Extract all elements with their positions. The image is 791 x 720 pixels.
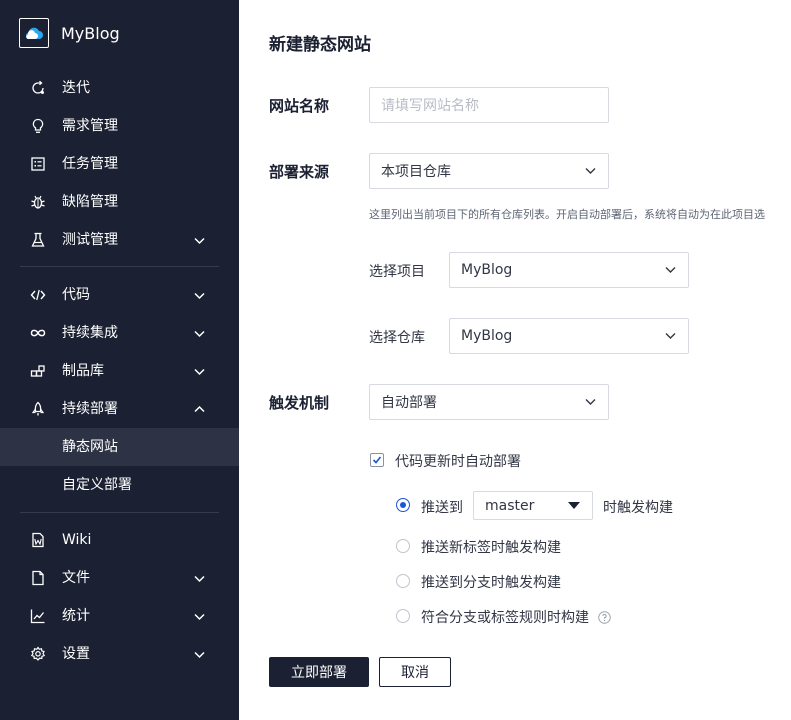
sidebar-divider (20, 266, 219, 267)
chevron-up-icon (194, 405, 205, 413)
caret-down-icon (568, 502, 580, 509)
help-icon[interactable] (598, 611, 611, 624)
checkmark-icon (372, 456, 382, 464)
chevron-down-icon (194, 651, 205, 659)
page-title: 新建静态网站 (269, 35, 371, 55)
chevron-down-icon (194, 368, 205, 376)
sidebar-item-label: 设置 (62, 646, 90, 662)
chevron-down-icon (194, 613, 205, 621)
sidebar-item-requirements[interactable]: 需求管理 (0, 107, 239, 145)
branch-select[interactable]: master (473, 491, 593, 520)
sidebar-item-iteration[interactable]: 迭代 (0, 69, 239, 107)
sidebar-item-defects[interactable]: 缺陷管理 (0, 183, 239, 221)
sidebar-item-cd[interactable]: 持续部署 (0, 390, 239, 428)
sidebar-item-wiki[interactable]: Wiki (0, 521, 239, 559)
sidebar-item-testing[interactable]: 测试管理 (0, 221, 239, 259)
sidebar-item-label: 持续部署 (62, 401, 118, 417)
trigger-select[interactable]: 自动部署 (369, 384, 609, 420)
sidebar-item-label: 静态网站 (62, 439, 118, 455)
sidebar-item-label: Wiki (62, 532, 92, 548)
source-label: 部署来源 (269, 163, 330, 181)
project-brand[interactable]: MyBlog (19, 18, 120, 48)
auto-deploy-checkbox[interactable] (370, 453, 384, 467)
sidebar: MyBlog 迭代 需求管理 任务管理 缺陷管理 测试管理 代码 持续集成 制品… (0, 0, 239, 720)
sidebar-item-artifacts[interactable]: 制品库 (0, 352, 239, 390)
radio-push-to-branch-label: 推送到分支时触发构建 (421, 575, 561, 591)
wiki-icon (32, 532, 44, 548)
file-icon (32, 570, 44, 586)
sidebar-item-label: 持续集成 (62, 325, 118, 341)
sidebar-item-label: 自定义部署 (62, 477, 132, 493)
deploy-now-button[interactable]: 立即部署 (269, 657, 369, 687)
bug-icon (31, 195, 45, 209)
project-label: 选择项目 (369, 264, 425, 280)
gear-icon (30, 646, 46, 661)
chart-icon (30, 609, 45, 624)
infinity-icon (30, 329, 46, 337)
sidebar-subitem-static-site[interactable]: 静态网站 (0, 428, 239, 466)
chevron-down-icon (194, 330, 205, 338)
task-list-icon (31, 157, 45, 171)
chevron-down-icon (585, 399, 596, 405)
project-select-value: MyBlog (461, 262, 513, 278)
sidebar-item-label: 迭代 (62, 80, 90, 96)
rocket-icon (31, 401, 45, 416)
sidebar-item-files[interactable]: 文件 (0, 559, 239, 597)
chevron-down-icon (665, 333, 676, 339)
radio-push-suffix-label: 时触发构建 (603, 500, 673, 516)
sidebar-item-label: 制品库 (62, 363, 104, 379)
project-name: MyBlog (61, 23, 120, 43)
sidebar-item-label: 需求管理 (62, 118, 118, 134)
chevron-down-icon (665, 267, 676, 273)
project-select[interactable]: MyBlog (449, 252, 689, 288)
radio-push-to-branch[interactable] (396, 574, 410, 588)
cancel-button[interactable]: 取消 (379, 657, 451, 687)
main-content: 新建静态网站 网站名称 请填写网站名称 部署来源 本项目仓库 这里列出当前项目下… (239, 0, 791, 720)
sidebar-item-tasks[interactable]: 任务管理 (0, 145, 239, 183)
radio-new-tag[interactable] (396, 539, 410, 553)
auto-deploy-label: 代码更新时自动部署 (395, 454, 521, 470)
sidebar-item-label: 测试管理 (62, 232, 118, 248)
repo-select-value: MyBlog (461, 328, 513, 344)
sidebar-item-label: 文件 (62, 570, 90, 586)
sidebar-item-stats[interactable]: 统计 (0, 597, 239, 635)
repo-label: 选择仓库 (369, 330, 425, 346)
iteration-icon (32, 80, 44, 94)
branch-select-value: master (485, 497, 535, 514)
package-icon (30, 365, 45, 377)
site-name-input[interactable]: 请填写网站名称 (369, 87, 609, 123)
sidebar-divider (20, 512, 219, 513)
repo-select[interactable]: MyBlog (449, 318, 689, 354)
sidebar-item-label: 缺陷管理 (62, 194, 118, 210)
sidebar-item-ci[interactable]: 持续集成 (0, 314, 239, 352)
sidebar-item-code[interactable]: 代码 (0, 276, 239, 314)
radio-new-tag-label: 推送新标签时触发构建 (421, 540, 561, 556)
site-name-placeholder: 请填写网站名称 (381, 98, 479, 114)
source-hint-text: 这里列出当前项目下的所有仓库列表。开启自动部署后，系统将自动为在此项目选 (369, 208, 765, 221)
sidebar-item-label: 任务管理 (62, 156, 118, 172)
flask-icon (31, 232, 45, 247)
sidebar-subitem-custom-deploy[interactable]: 自定义部署 (0, 466, 239, 504)
radio-push-branch[interactable] (396, 498, 410, 512)
chevron-down-icon (194, 575, 205, 583)
radio-match-rule[interactable] (396, 609, 410, 623)
sidebar-item-label: 统计 (62, 608, 90, 624)
sidebar-item-settings[interactable]: 设置 (0, 635, 239, 673)
radio-match-rule-label: 符合分支或标签规则时构建 (421, 610, 589, 626)
chevron-down-icon (194, 237, 205, 245)
chevron-down-icon (194, 292, 205, 300)
source-select-value: 本项目仓库 (381, 164, 451, 180)
chevron-down-icon (585, 168, 596, 174)
lightbulb-icon (32, 118, 44, 133)
cloud-logo-icon (19, 18, 49, 48)
site-name-label: 网站名称 (269, 97, 330, 115)
trigger-label: 触发机制 (269, 394, 330, 412)
code-icon (30, 289, 46, 301)
trigger-select-value: 自动部署 (381, 395, 437, 411)
source-select[interactable]: 本项目仓库 (369, 153, 609, 189)
sidebar-item-label: 代码 (62, 287, 90, 303)
radio-push-prefix-label: 推送到 (421, 500, 463, 516)
